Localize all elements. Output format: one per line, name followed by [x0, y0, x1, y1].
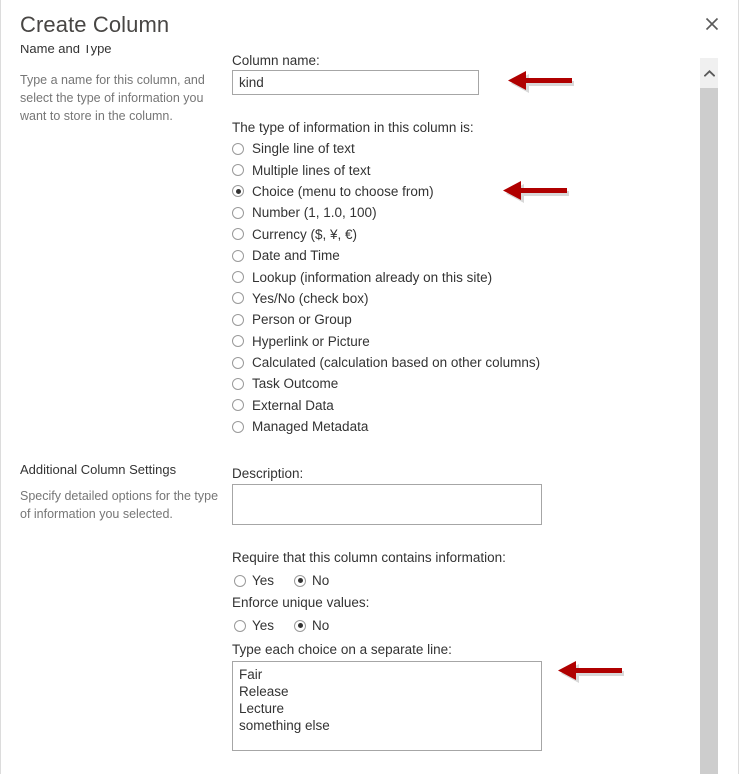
close-icon[interactable]	[698, 10, 726, 38]
require-information-label: Require that this column contains inform…	[232, 550, 506, 565]
type-option-label: Multiple lines of text	[252, 162, 371, 178]
radio-unchecked-icon[interactable]	[232, 228, 244, 241]
radio-unchecked-icon[interactable]	[232, 335, 244, 348]
radio-unchecked-icon[interactable]	[234, 619, 246, 632]
type-option-label: Choice (menu to choose from)	[252, 183, 434, 199]
radio-unchecked-icon[interactable]	[232, 377, 244, 390]
radio-unchecked-icon[interactable]	[232, 356, 244, 369]
radio-unchecked-icon[interactable]	[232, 206, 244, 219]
type-option-row[interactable]: Lookup (information already on this site…	[232, 266, 540, 287]
radio-checked-icon[interactable]	[294, 574, 307, 587]
type-option-row[interactable]: Number (1, 1.0, 100)	[232, 202, 540, 223]
radio-unchecked-icon[interactable]	[232, 271, 244, 284]
name-and-type-description: Type a name for this column, and select …	[20, 73, 205, 123]
enforce-unique-label: Enforce unique values:	[232, 595, 370, 610]
require-information-no-option[interactable]: No	[294, 570, 329, 591]
additional-settings-block: Additional Column Settings Specify detai…	[20, 462, 220, 523]
radio-unchecked-icon[interactable]	[232, 313, 244, 326]
vertical-scrollbar[interactable]	[700, 58, 718, 774]
choices-label: Type each choice on a separate line:	[232, 642, 452, 657]
radio-unchecked-icon[interactable]	[232, 292, 244, 305]
radio-unchecked-icon[interactable]	[234, 574, 246, 587]
type-option-row[interactable]: Currency ($, ¥, €)	[232, 224, 540, 245]
name-and-type-heading: Name and Type	[20, 45, 112, 56]
type-of-information-radio-group[interactable]: Single line of text Multiple lines of tex…	[232, 138, 540, 437]
type-option-row[interactable]: External Data	[232, 395, 540, 416]
name-and-type-heading-clipped: Name and Type	[20, 45, 220, 59]
chevron-up-icon[interactable]	[700, 58, 718, 88]
radio-checked-icon[interactable]	[294, 619, 307, 632]
type-option-label: Lookup (information already on this site…	[252, 269, 493, 285]
require-information-option-label: No	[312, 573, 330, 589]
type-option-label: External Data	[252, 397, 334, 413]
type-option-label: Hyperlink or Picture	[252, 333, 370, 349]
dialog-scroll-content: Name and Type Type a name for this colum…	[1, 0, 701, 774]
radio-unchecked-icon[interactable]	[232, 420, 244, 433]
require-information-option-label: Yes	[252, 573, 275, 589]
type-option-label: Yes/No (check box)	[252, 290, 369, 306]
name-and-type-description-block: Type a name for this column, and select …	[20, 71, 220, 125]
type-option-label: Single line of text	[252, 141, 355, 157]
type-option-label: Number (1, 1.0, 100)	[252, 205, 377, 221]
description-textarea[interactable]	[232, 484, 542, 525]
type-of-information-label: The type of information in this column i…	[232, 120, 474, 135]
enforce-unique-yes-option[interactable]: Yes	[234, 615, 274, 636]
radio-unchecked-icon[interactable]	[232, 164, 244, 177]
type-option-row[interactable]: Hyperlink or Picture	[232, 331, 540, 352]
type-option-row[interactable]: Managed Metadata	[232, 416, 540, 437]
enforce-unique-no-option[interactable]: No	[294, 615, 329, 636]
type-option-row[interactable]: Task Outcome	[232, 373, 540, 394]
type-option-row[interactable]: Calculated (calculation based on other c…	[232, 352, 540, 373]
type-option-label: Currency ($, ¥, €)	[252, 226, 358, 242]
column-name-input[interactable]	[232, 70, 479, 95]
additional-settings-description: Specify detailed options for the type of…	[20, 489, 219, 521]
type-option-label: Calculated (calculation based on other c…	[252, 355, 541, 371]
radio-checked-icon[interactable]	[232, 185, 244, 198]
type-option-row[interactable]: Date and Time	[232, 245, 540, 266]
radio-unchecked-icon[interactable]	[232, 249, 244, 262]
type-option-row[interactable]: Single line of text	[232, 138, 540, 159]
create-column-dialog: Create Column Name and Type Type a name …	[0, 0, 739, 774]
type-option-label: Task Outcome	[252, 376, 339, 392]
scrollbar-thumb[interactable]	[700, 88, 718, 774]
choices-textarea[interactable]	[232, 661, 542, 751]
description-label: Description:	[232, 466, 304, 481]
type-option-row[interactable]: Multiple lines of text	[232, 159, 540, 180]
enforce-unique-option-label: Yes	[252, 618, 275, 634]
radio-unchecked-icon[interactable]	[232, 399, 244, 412]
require-information-radio-group[interactable]: Yes No	[234, 570, 349, 591]
require-information-yes-option[interactable]: Yes	[234, 570, 274, 591]
type-option-label: Managed Metadata	[252, 419, 369, 435]
type-option-row[interactable]: Yes/No (check box)	[232, 288, 540, 309]
type-option-row[interactable]: Choice (menu to choose from)	[232, 181, 540, 202]
enforce-unique-radio-group[interactable]: Yes No	[234, 615, 349, 636]
column-name-label: Column name:	[232, 53, 320, 68]
enforce-unique-option-label: No	[312, 618, 330, 634]
type-option-label: Date and Time	[252, 248, 340, 264]
radio-unchecked-icon[interactable]	[232, 142, 244, 155]
type-option-row[interactable]: Person or Group	[232, 309, 540, 330]
type-option-label: Person or Group	[252, 312, 352, 328]
additional-settings-heading: Additional Column Settings	[20, 462, 177, 477]
